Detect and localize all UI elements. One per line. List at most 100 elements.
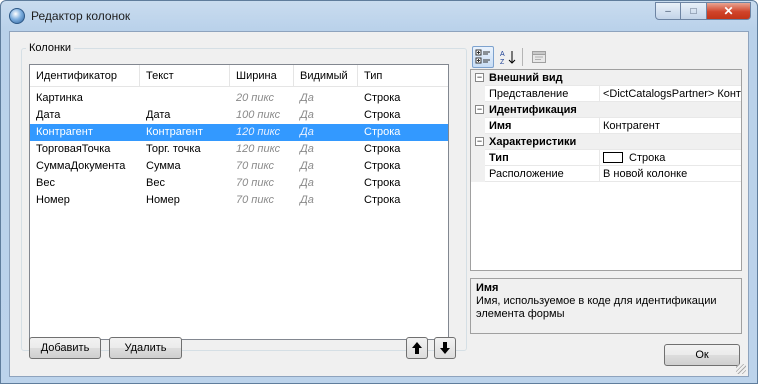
caption-buttons: – □ ✕ — [655, 2, 751, 20]
property-name: Расположение — [489, 168, 564, 180]
cell-visible: Да — [300, 143, 314, 155]
collapse-icon[interactable]: − — [475, 105, 484, 114]
ok-button[interactable]: Ок — [664, 344, 740, 366]
property-name: Представление — [489, 88, 569, 100]
category-characteristics[interactable]: − Характеристики — [471, 134, 741, 150]
cell-type: Строка — [364, 177, 401, 189]
property-toolbar: A Z — [470, 44, 748, 70]
table-row[interactable]: Дата Дата 100 пикс Да Строка — [30, 107, 448, 124]
cell-width: 70 пикс — [236, 177, 275, 189]
property-row-placement[interactable]: Расположение В новой колонке — [471, 166, 741, 182]
cell-width: 100 пикс — [236, 109, 281, 121]
move-down-button[interactable] — [434, 337, 456, 359]
cell-type: Строка — [364, 194, 401, 206]
column-header-width[interactable]: Ширина — [230, 65, 294, 87]
alphabetical-button[interactable]: A Z — [497, 46, 519, 68]
property-name: Тип — [489, 152, 509, 164]
cell-width: 120 пикс — [236, 126, 281, 138]
minimize-button[interactable]: – — [655, 2, 681, 20]
app-icon — [9, 8, 25, 24]
cell-id: Номер — [36, 194, 70, 206]
type-swatch-icon — [603, 152, 623, 163]
cell-visible: Да — [300, 92, 314, 104]
property-description-panel: Имя Имя, используемое в коде для идентиф… — [470, 278, 742, 334]
table-row[interactable]: Вес Вес 70 пикс Да Строка — [30, 175, 448, 192]
category-label: Внешний вид — [489, 72, 563, 84]
property-value[interactable]: <DictCatalogsPartner> Контрагент — [599, 86, 741, 102]
cell-visible: Да — [300, 160, 314, 172]
table-row[interactable]: Контрагент Контрагент 120 пикс Да Строка — [30, 124, 448, 141]
property-value[interactable]: Контрагент — [599, 118, 741, 134]
cell-id: СуммаДокумента — [36, 160, 126, 172]
delete-button[interactable]: Удалить — [109, 337, 182, 359]
cell-visible: Да — [300, 194, 314, 206]
property-row-name[interactable]: Имя Контрагент — [471, 118, 741, 134]
collapse-icon[interactable]: − — [475, 137, 484, 146]
table-row[interactable]: Номер Номер 70 пикс Да Строка — [30, 192, 448, 209]
cell-text: Торг. точка — [146, 143, 201, 155]
cell-type: Строка — [364, 92, 401, 104]
table-row[interactable]: СуммаДокумента Сумма 70 пикс Да Строка — [30, 158, 448, 175]
maximize-button[interactable]: □ — [681, 2, 707, 20]
columns-listview[interactable]: Идентификатор Текст Ширина Видимый Тип К… — [29, 64, 449, 340]
cell-type: Строка — [364, 109, 401, 121]
cell-width: 20 пикс — [236, 92, 275, 104]
property-grid[interactable]: − Внешний вид Представление <DictCatalog… — [470, 69, 742, 271]
categorized-button[interactable] — [472, 46, 494, 68]
column-header-identifier[interactable]: Идентификатор — [30, 65, 140, 87]
cell-width: 70 пикс — [236, 194, 275, 206]
property-value[interactable]: В новой колонке — [599, 166, 741, 182]
table-row[interactable]: ТорговаяТочка Торг. точка 120 пикс Да Строка — [30, 141, 448, 158]
list-header: Идентификатор Текст Ширина Видимый Тип — [30, 65, 448, 87]
property-name: Имя — [489, 120, 512, 132]
cell-text: Сумма — [146, 160, 181, 172]
columns-group-label: Колонки — [26, 42, 74, 54]
property-pages-button[interactable] — [528, 46, 550, 68]
cell-id: Вес — [36, 177, 55, 189]
category-label: Идентификация — [489, 104, 577, 116]
cell-visible: Да — [300, 126, 314, 138]
add-button[interactable]: Добавить — [29, 337, 101, 359]
cell-type: Строка — [364, 143, 401, 155]
category-label: Характеристики — [489, 136, 577, 148]
column-header-type[interactable]: Тип — [358, 65, 448, 87]
table-row[interactable]: Картинка 20 пикс Да Строка — [30, 90, 448, 107]
category-identification[interactable]: − Идентификация — [471, 102, 741, 118]
cell-width: 70 пикс — [236, 160, 275, 172]
property-value-text: Строка — [629, 152, 666, 164]
close-button[interactable]: ✕ — [707, 2, 751, 20]
column-editor-window: Редактор колонок – □ ✕ Колонки Идентифик… — [0, 0, 758, 384]
dialog-client-area: Колонки Идентификатор Текст Ширина Видим… — [9, 31, 749, 377]
svg-text:Z: Z — [500, 59, 505, 65]
gutter — [471, 166, 485, 182]
property-row-type[interactable]: Тип Строка — [471, 150, 741, 166]
svg-text:A: A — [500, 51, 505, 58]
categorized-icon — [475, 49, 490, 64]
cell-text — [140, 90, 230, 107]
column-header-text[interactable]: Текст — [140, 65, 230, 87]
cell-text: Дата — [146, 109, 171, 121]
property-pages-icon — [532, 51, 546, 63]
cell-visible: Да — [300, 177, 314, 189]
cell-visible: Да — [300, 109, 314, 121]
cell-id: Контрагент — [36, 126, 93, 138]
cell-text: Вес — [146, 177, 165, 189]
cell-id: Дата — [36, 109, 61, 121]
cell-type: Строка — [364, 160, 401, 172]
title-bar[interactable]: Редактор колонок – □ ✕ — [1, 1, 757, 31]
description-title: Имя — [476, 282, 499, 294]
collapse-icon[interactable]: − — [475, 73, 484, 82]
arrow-down-icon — [440, 342, 450, 354]
property-row-representation[interactable]: Представление <DictCatalogsPartner> Конт… — [471, 86, 741, 102]
category-appearance[interactable]: − Внешний вид — [471, 70, 741, 86]
description-text: Имя, используемое в коде для идентификац… — [476, 295, 717, 320]
cell-text: Номер — [146, 194, 180, 206]
resize-grip-icon[interactable] — [736, 364, 746, 374]
toolbar-separator — [522, 48, 523, 66]
cell-width: 120 пикс — [236, 143, 281, 155]
gutter — [471, 150, 485, 166]
move-up-button[interactable] — [406, 337, 428, 359]
cell-text: Контрагент — [146, 126, 203, 138]
property-value[interactable]: Строка — [599, 150, 741, 166]
column-header-visible[interactable]: Видимый — [294, 65, 358, 87]
